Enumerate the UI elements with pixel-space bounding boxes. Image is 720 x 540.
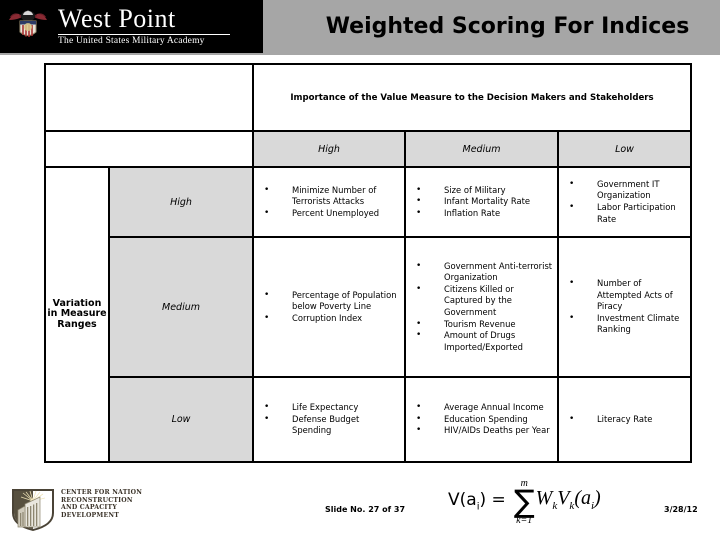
west-point-wordmark: West Point The United States Military Ac…	[58, 6, 230, 47]
table-row-medium: Medium Percentage of Population below Po…	[45, 236, 693, 378]
list-item: Minimize Number of Terrorists Attacks	[264, 184, 400, 208]
item-list: Number of Attempted Acts of Piracy Inves…	[559, 274, 690, 340]
summation-operator: m ∑ k=1	[514, 479, 535, 526]
corner-cell-2	[109, 63, 254, 132]
item-list: Government Anti-terrorist Organization C…	[406, 257, 557, 358]
formula-weight-symbol: W	[535, 487, 553, 509]
west-point-logo-bar: West Point The United States Military Ac…	[0, 0, 263, 53]
corner-cell-3	[44, 131, 109, 168]
row-header-low: Low	[108, 376, 254, 463]
list-item: Size of Military	[416, 184, 553, 197]
corner-cell	[44, 63, 109, 132]
list-item: Percentage of Population below Poverty L…	[264, 289, 400, 313]
cell-low-medium: Average Annual Income Education Spending…	[404, 376, 559, 463]
center-logo-line-2: Reconstruction	[61, 496, 133, 504]
center-logo: Center for Nation Reconstruction and Cap…	[9, 487, 142, 533]
cell-high-medium: Size of Military Infant Mortality Rate I…	[404, 166, 559, 238]
sigma-icon: ∑	[513, 484, 535, 520]
list-item: Citizens Killed or Captured by the Gover…	[416, 283, 553, 319]
list-item: Labor Participation Rate	[569, 201, 686, 225]
cell-low-high: Life Expectancy Defense Budget Spending	[252, 376, 406, 463]
item-list: Government IT Organization Labor Partici…	[559, 175, 690, 229]
cell-low-low: Literacy Rate	[556, 376, 693, 463]
cell-medium-medium: Government Anti-terrorist Organization C…	[404, 236, 559, 378]
value-function-formula: V(ai) = m ∑ k=1 WkVk(ai)	[448, 479, 601, 533]
institution-name: West Point	[58, 4, 176, 34]
list-item: Amount of Drugs Imported/Exported	[416, 329, 553, 353]
formula-arg-close: )	[594, 487, 601, 509]
formula-left-hand-side: V(ai) =	[448, 490, 506, 512]
table-row-group-header: Importance of the Value Measure to the D…	[44, 63, 693, 132]
list-item: Defense Budget Spending	[264, 413, 400, 437]
column-header-high: High	[252, 130, 406, 168]
center-logo-line-3: and Capacity	[61, 504, 117, 512]
list-item: Government IT Organization	[569, 178, 686, 202]
formula-lhs-close: ) =	[479, 490, 506, 510]
date-stamp: 3/28/12	[664, 505, 698, 514]
list-item: Corruption Index	[264, 312, 400, 325]
list-item: HIV/AIDs Deaths per Year	[416, 424, 553, 437]
list-item: Percent Unemployed	[264, 207, 400, 220]
column-header-medium: Medium	[404, 130, 559, 168]
corner-cell-4	[109, 131, 254, 168]
list-item: Number of Attempted Acts of Piracy	[569, 277, 686, 313]
wordmark-rule	[58, 34, 230, 36]
list-item: Life Expectancy	[264, 401, 400, 414]
list-item: Infant Mortality Rate	[416, 195, 553, 208]
center-logo-text: Center for Nation Reconstruction and Cap…	[61, 489, 142, 519]
formula-right-hand-side: WkVk(ai)	[536, 487, 601, 512]
list-item: Average Annual Income	[416, 401, 553, 414]
page-title: Weighted Scoring For Indices	[325, 13, 690, 39]
shield-icon	[12, 489, 54, 531]
row-group-header-line-3: Ranges	[57, 318, 97, 330]
institution-subtitle: The United States Military Academy	[58, 36, 205, 47]
table-row-column-levels: High Medium Low	[44, 130, 693, 168]
list-item: Literacy Rate	[569, 413, 686, 426]
item-list: Minimize Number of Terrorists Attacks Pe…	[254, 181, 404, 224]
center-logo-line-1: Center for Nation	[61, 489, 143, 496]
slide-number: Slide No. 27 of 37	[325, 505, 406, 514]
item-list: Average Annual Income Education Spending…	[406, 398, 557, 441]
column-header-low: Low	[556, 130, 693, 168]
formula-value-symbol: V	[557, 487, 570, 509]
formula-lhs-text: V(a	[448, 490, 477, 510]
weighted-scoring-matrix: Importance of the Value Measure to the D…	[44, 63, 693, 463]
center-logo-line-4: Development	[61, 511, 120, 519]
west-point-crest-icon	[6, 5, 50, 49]
formula-arg-open: (a	[574, 487, 591, 509]
row-group-header-text: Variation in Measure Ranges	[46, 299, 108, 331]
list-item: Inflation Rate	[416, 207, 553, 220]
cell-high-low: Government IT Organization Labor Partici…	[556, 166, 693, 238]
list-item: Government Anti-terrorist Organization	[416, 260, 553, 284]
summation-lower-limit: k=1	[516, 515, 533, 527]
row-header-high: High	[108, 166, 254, 238]
cell-medium-low: Number of Attempted Acts of Piracy Inves…	[556, 236, 693, 378]
table-row-low: Low Life Expectancy Defense Budget Spend…	[45, 376, 693, 463]
top-banner: West Point The United States Military Ac…	[0, 0, 720, 55]
list-item: Investment Climate Ranking	[569, 312, 686, 336]
row-group-header: Variation in Measure Ranges	[44, 166, 110, 463]
item-list: Life Expectancy Defense Budget Spending	[254, 398, 404, 441]
list-item: Education Spending	[416, 413, 553, 426]
table-row-high: Variation in Measure Ranges High Minimiz…	[44, 166, 693, 463]
column-group-header: Importance of the Value Measure to the D…	[251, 63, 693, 132]
item-list: Size of Military Infant Mortality Rate I…	[406, 181, 557, 224]
item-list: Literacy Rate	[559, 410, 690, 430]
list-item: Tourism Revenue	[416, 318, 553, 331]
cell-high-high: Minimize Number of Terrorists Attacks Pe…	[252, 166, 406, 238]
row-header-medium: Medium	[108, 236, 254, 378]
cell-medium-high: Percentage of Population below Poverty L…	[252, 236, 406, 378]
item-list: Percentage of Population below Poverty L…	[254, 286, 404, 329]
